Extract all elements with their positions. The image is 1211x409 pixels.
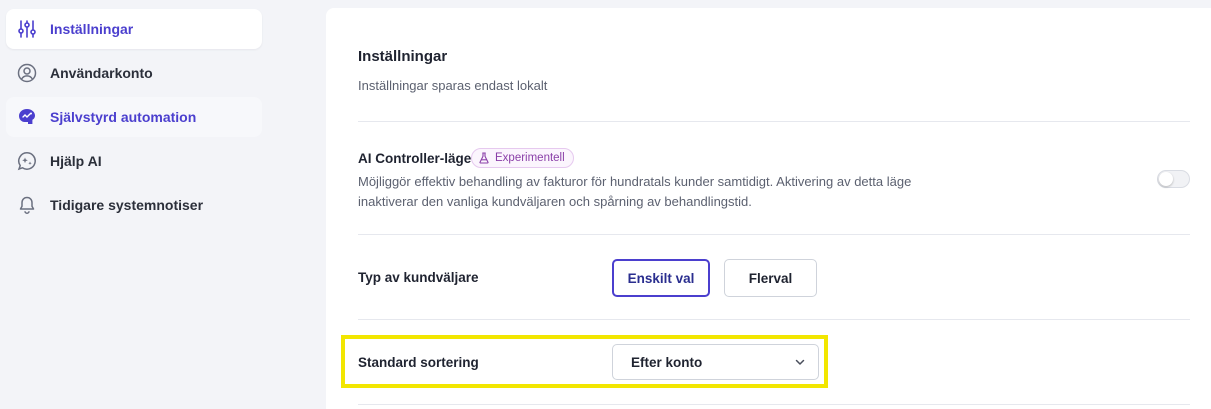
sidebar-item-label: Användarkonto [50,65,153,81]
sidebar-item-user-account[interactable]: Användarkonto [6,53,262,93]
brain-icon [16,106,38,128]
sidebar-item-settings[interactable]: Inställningar [6,9,262,49]
chevron-down-icon [794,356,806,368]
sidebar-item-label: Inställningar [50,21,134,37]
select-value: Efter konto [631,354,703,370]
ai-controller-description: Möjliggör effektiv behandling av fakturo… [358,174,912,209]
bell-icon [16,194,38,216]
ai-controller-label: AI Controller-läge [358,151,472,166]
experimental-badge: Experimentell [471,148,574,168]
user-circle-icon [16,62,38,84]
divider [358,234,1190,235]
divider [358,404,1190,405]
sidebar: Inställningar Användarkonto Självstyrd a… [0,0,270,409]
page-title: Inställningar [358,48,448,65]
default-sorting-label: Standard sortering [358,355,479,370]
sidebar-item-system-notices[interactable]: Tidigare systemnotiser [6,185,262,225]
toggle-knob [1159,172,1173,186]
page-subtitle: Inställningar sparas endast lokalt [358,78,548,93]
multi-select-button[interactable]: Flerval [724,259,817,297]
customer-selector-label: Typ av kundväljare [358,270,479,285]
single-select-button[interactable]: Enskilt val [612,259,710,297]
sidebar-item-automation[interactable]: Självstyrd automation [6,97,262,137]
sidebar-item-label: Självstyrd automation [50,109,197,125]
settings-panel: Inställningar Inställningar sparas endas… [326,8,1211,409]
default-sorting-select[interactable]: Efter konto [612,344,819,380]
divider [358,319,1190,320]
sidebar-item-label: Hjälp AI [50,153,102,169]
sparkle-chat-icon [16,150,38,172]
ai-controller-toggle[interactable] [1157,170,1190,188]
sliders-icon [16,18,38,40]
badge-label: Experimentell [495,152,565,164]
flask-icon [478,152,490,164]
sidebar-item-help-ai[interactable]: Hjälp AI [6,141,262,181]
sidebar-item-label: Tidigare systemnotiser [50,197,204,213]
divider [358,121,1190,122]
